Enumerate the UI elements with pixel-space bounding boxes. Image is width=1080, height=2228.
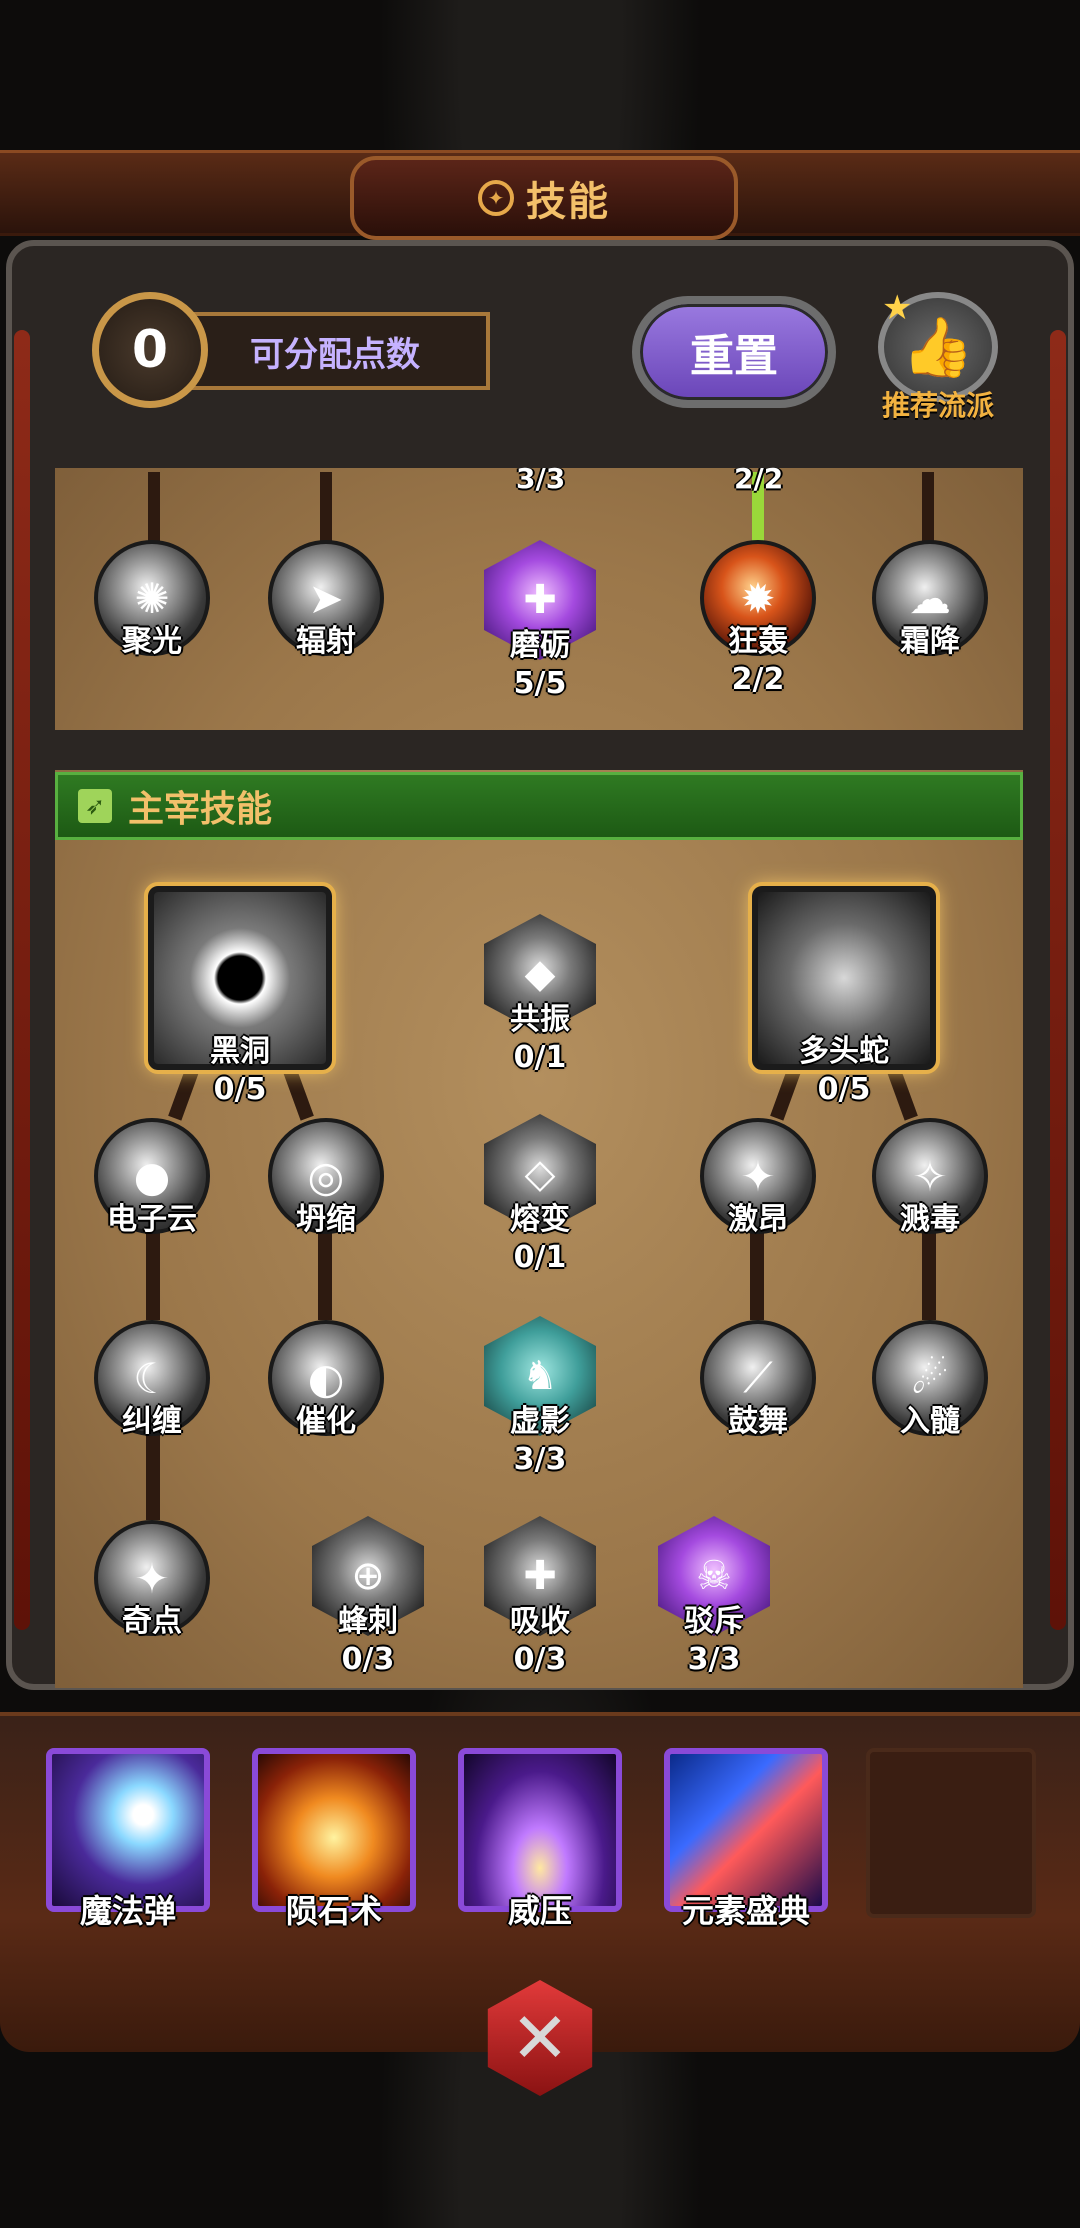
reset-button[interactable]: 重置	[632, 296, 836, 408]
skill-level: 5/5	[513, 666, 567, 701]
skill-level: 3/3	[687, 1642, 741, 1677]
skill-name: 狂轰	[728, 624, 788, 659]
slot-label: 元素盛典	[681, 1892, 810, 1930]
skill-level: 0/3	[341, 1642, 395, 1677]
points-label: 可分配点数	[190, 312, 490, 390]
section-divider	[55, 730, 1023, 770]
skill-node-entangle[interactable]: ☾ 纠缠	[92, 1320, 212, 1440]
slot-label: 魔法弹	[79, 1892, 176, 1930]
skill-name: 溅毒	[900, 1202, 960, 1237]
skill-name: 磨砺	[510, 628, 570, 663]
skill-node-catalyze[interactable]: ◐ 催化	[266, 1320, 386, 1440]
skill-name: 吸收	[510, 1604, 570, 1639]
skill-node-spotlight[interactable]: ✺ 聚光	[92, 540, 212, 660]
skill-level: 0/5	[817, 1072, 871, 1107]
tree-connector	[320, 472, 332, 542]
skill-node-singularity[interactable]: ✦ 奇点	[92, 1520, 212, 1640]
skill-level: 0/5	[213, 1072, 267, 1107]
skill-node-frostfall[interactable]: ☁ 霜降	[870, 540, 990, 660]
skill-node-absorb[interactable]: ✚ 吸收 0/3	[480, 1516, 600, 1677]
skill-name: 纠缠	[122, 1404, 182, 1439]
tree-connector	[146, 1230, 160, 1320]
tree-connector	[922, 472, 934, 542]
tree-connector	[146, 1430, 160, 1520]
section-title: 主宰技能	[128, 789, 273, 830]
equipped-slot-2[interactable]: 陨石术	[252, 1748, 416, 1932]
skill-name: 入髓	[900, 1404, 960, 1439]
star-icon: ★	[882, 288, 913, 328]
skill-name: 聚光	[122, 624, 182, 659]
skill-name: 共振	[510, 1002, 570, 1037]
skill-name: 蜂刺	[338, 1604, 398, 1639]
slot-label: 威压	[507, 1892, 572, 1930]
skill-node-refute[interactable]: ☠ 驳斥 3/3	[654, 1516, 774, 1677]
cut-level-text: 3/3	[516, 462, 566, 495]
skill-level: 0/3	[513, 1642, 567, 1677]
skill-node-excite[interactable]: ✦ 激昂	[698, 1118, 818, 1238]
right-rail	[1050, 330, 1066, 1630]
skill-node-bee-sting[interactable]: ⊕ 蜂刺 0/3	[308, 1516, 428, 1677]
skill-node-black-hole[interactable]: 黑洞 0/5	[144, 882, 336, 1107]
skill-name: 催化	[296, 1404, 356, 1439]
skill-name: 奇点	[122, 1604, 182, 1639]
page-title: 技能	[526, 179, 610, 225]
cut-level-text: 2/2	[734, 462, 784, 495]
equipped-slot-3[interactable]: 威压	[458, 1748, 622, 1932]
skill-gear-icon: ✦	[478, 180, 514, 216]
skill-name: 坍缩	[296, 1202, 356, 1237]
skill-level: 3/3	[513, 1442, 567, 1477]
boot-icon: ➶	[78, 789, 112, 823]
skill-name: 辐射	[296, 624, 356, 659]
skill-node-sharpen[interactable]: ✚ 磨砺 5/5	[480, 540, 600, 701]
skill-name: 驳斥	[684, 1604, 744, 1639]
skill-node-venom-splash[interactable]: ✧ 溅毒	[870, 1118, 990, 1238]
slot-label: 陨石术	[285, 1892, 382, 1930]
equipped-slot-1[interactable]: 魔法弹	[46, 1748, 210, 1932]
skill-node-radiation[interactable]: ➤ 辐射	[266, 540, 386, 660]
equipped-slot-empty[interactable]	[866, 1748, 1036, 1918]
skill-name: 虚影	[510, 1404, 570, 1439]
section-header: ➶ 主宰技能	[55, 772, 1023, 840]
left-rail	[14, 330, 30, 1630]
tree-connector	[922, 1230, 936, 1320]
skill-name: 多头蛇	[799, 1034, 889, 1069]
skill-node-collapse[interactable]: ◎ 坍缩	[266, 1118, 386, 1238]
recommend-build-button[interactable]: 👍 ★ 推荐流派	[868, 288, 1008, 422]
title-plate: ✦ 技能	[350, 156, 738, 240]
skill-level: 0/1	[513, 1040, 567, 1075]
skill-name: 激昂	[728, 1202, 788, 1237]
skill-name: 鼓舞	[728, 1404, 788, 1439]
skill-name: 电子云	[107, 1202, 197, 1237]
skill-level: 0/1	[513, 1240, 567, 1275]
skill-node-fusion[interactable]: ◇ 熔变 0/1	[480, 1114, 600, 1275]
equipped-slot-4[interactable]: 元素盛典	[664, 1748, 828, 1932]
skill-name: 黑洞	[210, 1034, 270, 1069]
skill-node-inspire[interactable]: ⟋ 鼓舞	[698, 1320, 818, 1440]
skill-name: 熔变	[510, 1202, 570, 1237]
skill-node-hydra[interactable]: 多头蛇 0/5	[748, 882, 940, 1107]
skill-name: 霜降	[900, 624, 960, 659]
recommend-label: 推荐流派	[881, 389, 994, 422]
skill-node-electron-cloud[interactable]: ● 电子云	[92, 1118, 212, 1238]
skill-node-bombard[interactable]: ✹ 狂轰 2/2	[698, 540, 818, 697]
tree-connector	[318, 1230, 332, 1320]
tree-connector	[148, 472, 160, 542]
skill-level: 2/2	[731, 662, 785, 697]
skill-node-phantom[interactable]: ♞ 虚影 3/3	[480, 1316, 600, 1477]
points-counter: 0	[92, 292, 208, 408]
tree-connector	[750, 1230, 764, 1320]
skill-node-marrow[interactable]: ☄ 入髓	[870, 1320, 990, 1440]
skill-node-resonance[interactable]: ◆ 共振 0/1	[480, 914, 600, 1075]
